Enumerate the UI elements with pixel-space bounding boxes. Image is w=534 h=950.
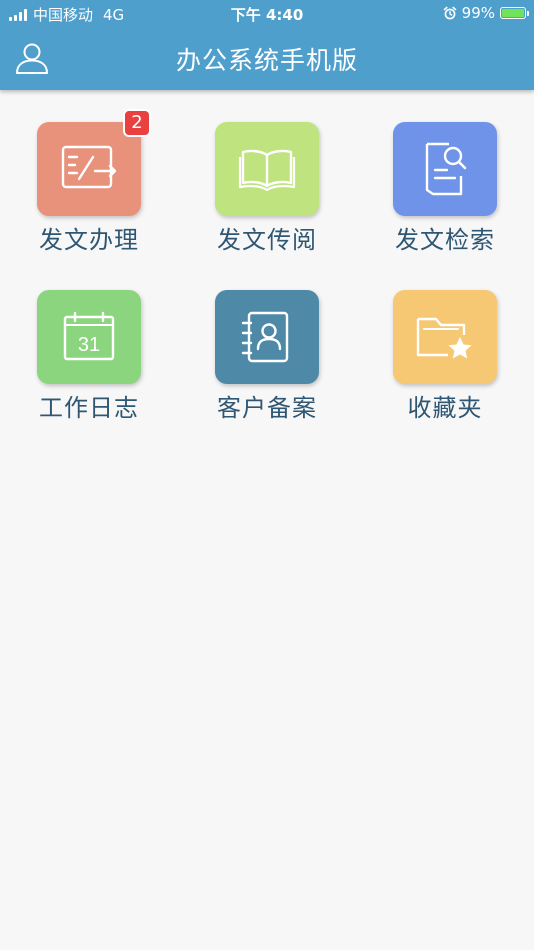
- tile-customer-records[interactable]: 客户备案: [178, 288, 328, 438]
- tile-document-processing[interactable]: 2 发文办理: [0, 109, 151, 270]
- tile-label: 发文检索: [395, 226, 495, 254]
- page-title: 办公系统手机版: [175, 46, 358, 75]
- tile-label: 发文传阅: [217, 226, 317, 254]
- tile-document-search[interactable]: 发文检索: [356, 120, 506, 270]
- nav-bar: 办公系统手机版: [0, 28, 534, 90]
- tile-label: 收藏夹: [407, 394, 483, 422]
- contact-book-icon: [215, 290, 319, 384]
- document-search-icon: [393, 122, 497, 216]
- battery-percent: 99%: [461, 4, 495, 22]
- alarm-icon: [443, 6, 456, 20]
- tile-document-circulation[interactable]: 发文传阅: [178, 120, 328, 270]
- star-folder-icon: [393, 290, 497, 384]
- battery-icon: [500, 7, 529, 19]
- tile-label: 工作日志: [39, 394, 139, 422]
- status-right: 99%: [443, 4, 529, 22]
- calendar-icon: 31: [37, 290, 141, 384]
- unread-badge: 2: [123, 109, 151, 137]
- app-header: 中国移动 4G 下午 4:40 99% 办公系统手机版: [0, 0, 534, 90]
- tile-label: 发文办理: [39, 226, 139, 254]
- open-book-icon: [215, 122, 319, 216]
- battery-level: [502, 9, 524, 17]
- tile-favorites[interactable]: 收藏夹: [356, 288, 506, 438]
- tile-label: 客户备案: [217, 394, 317, 422]
- tile-work-log[interactable]: 31 工作日志: [0, 288, 150, 438]
- status-bar: 中国移动 4G 下午 4:40 99%: [0, 0, 534, 28]
- calendar-day: 31: [78, 334, 100, 356]
